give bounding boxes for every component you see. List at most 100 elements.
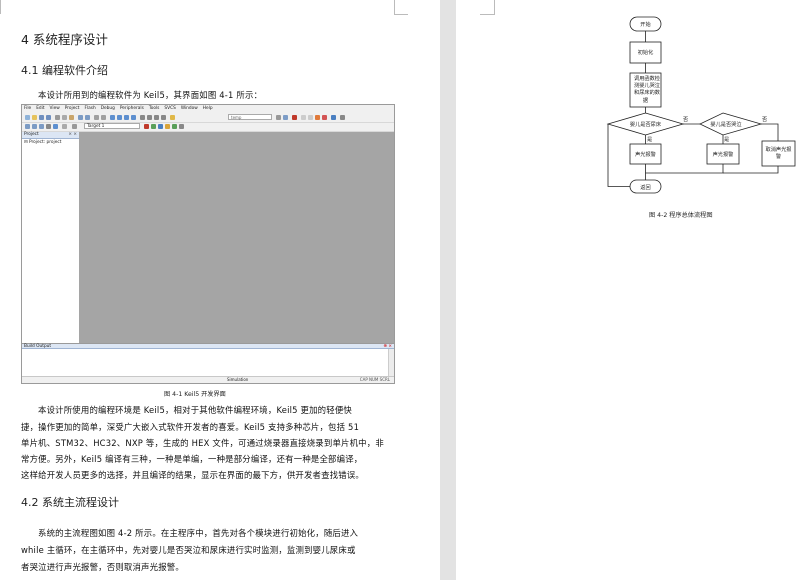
menu-project: Project bbox=[64, 106, 80, 111]
section-heading-4-2: 4.2 系统主流程设计 bbox=[21, 496, 119, 509]
project-panel-header: Project × × bbox=[22, 132, 79, 139]
debug-start-icon bbox=[292, 115, 297, 120]
project-panel-title: Project bbox=[24, 132, 39, 137]
nav-forward-icon bbox=[101, 115, 106, 120]
crop-mark bbox=[0, 0, 1, 14]
build-output-area bbox=[22, 349, 394, 377]
multi-project-icon bbox=[179, 124, 184, 129]
run-time-env-icon bbox=[172, 124, 177, 129]
call-label-line3: 和尿床的数 bbox=[634, 88, 661, 96]
return-label: 返回 bbox=[640, 184, 650, 191]
join-alarm2 bbox=[645, 164, 724, 174]
paragraph1-line2: 捷，操作更加的简单，深受广大嵌入式软件开发者的喜爱。Keil5 支持多种芯片，包… bbox=[21, 422, 360, 432]
paragraph1-line1: 本设计所使用的编程环境是 Keil5，相对于其他软件编程环境，Keil5 更加的… bbox=[38, 405, 352, 415]
cancel-label-line2: 警 bbox=[776, 152, 781, 160]
paragraph1-line4: 常方便。另外，Keil5 编译有三种，一种是单编，一种是部分编译，还有一种是全部… bbox=[21, 454, 363, 464]
comment-icon bbox=[154, 115, 159, 120]
loop-back-line bbox=[607, 124, 630, 187]
nav-back-icon bbox=[94, 115, 99, 120]
bookmark-next-icon bbox=[124, 115, 129, 120]
select-pack-icon bbox=[165, 124, 170, 129]
call-label-line2: 测婴儿哭泣 bbox=[634, 81, 660, 89]
decision2-label: 婴儿是否哭泣 bbox=[710, 120, 741, 128]
keil-ide-screenshot: File Edit View Project Flash Debug Perip… bbox=[21, 104, 395, 384]
find-icon bbox=[276, 115, 281, 120]
breakpoint-clear-icon bbox=[322, 115, 327, 120]
no-label-2: 否 bbox=[762, 116, 767, 123]
crop-mark bbox=[394, 14, 408, 15]
status-simulation: Simulation bbox=[227, 377, 249, 382]
cancel-label-line1: 取消声光报 bbox=[766, 145, 792, 153]
decision1-label: 婴儿是否尿床 bbox=[630, 120, 662, 128]
ide-toolbar-2: Target 1 bbox=[22, 122, 394, 132]
no-branch-2 bbox=[761, 123, 779, 141]
manage-components-icon bbox=[158, 124, 163, 129]
menu-file: File bbox=[24, 106, 32, 111]
yes-label-1: 是 bbox=[647, 136, 652, 143]
crop-mark bbox=[394, 0, 395, 14]
figure-4-1-caption: 图 4-1 Keil5 开发界面 bbox=[164, 391, 226, 398]
build-scrollbar bbox=[388, 349, 394, 377]
paragraph2-line3: 者哭泣进行声光报警，否则取消声光报警。 bbox=[21, 562, 184, 572]
menu-flash: Flash bbox=[84, 106, 96, 111]
project-panel: Project × × ⊟ Project: project bbox=[22, 132, 80, 343]
unindent-icon bbox=[147, 115, 152, 120]
project-tree-root: Project: project bbox=[28, 140, 62, 145]
menu-svcs: SVCS bbox=[164, 106, 176, 111]
paragraph1-line3: 单片机、STM32、HC32、NXP 等，生成的 HEX 文件，可通过烧录器直接… bbox=[21, 438, 384, 448]
window-layout-icon bbox=[331, 115, 336, 120]
bookmark-prev-icon bbox=[117, 115, 122, 120]
cut-icon bbox=[55, 115, 60, 120]
no-label-1: 否 bbox=[683, 116, 688, 123]
stop-build-icon bbox=[62, 124, 67, 129]
start-label: 开始 bbox=[640, 20, 651, 28]
redo-icon bbox=[85, 115, 90, 120]
bookmark-icon bbox=[110, 115, 115, 120]
paste-icon bbox=[69, 115, 74, 120]
save-icon bbox=[39, 115, 44, 120]
breakpoint-disable-icon bbox=[308, 115, 313, 120]
call-label-line4: 据 bbox=[643, 96, 648, 104]
yes-label-2: 是 bbox=[724, 136, 729, 143]
ide-menubar: File Edit View Project Flash Debug Perip… bbox=[22, 106, 394, 113]
init-label: 初始化 bbox=[638, 48, 654, 56]
target-select: Target 1 bbox=[84, 123, 140, 129]
join-cancel bbox=[723, 166, 779, 174]
incremental-find-icon bbox=[283, 115, 288, 120]
project-tree: ⊟ Project: project bbox=[22, 139, 79, 146]
rebuild-icon bbox=[39, 124, 44, 129]
document-page-left: 4 系统程序设计 4.1 编程软件介绍 本设计所用到的编程软件为 Keil5，其… bbox=[0, 0, 440, 580]
chapter-heading: 4 系统程序设计 bbox=[21, 32, 108, 47]
document-page-right: 开始 初始化 调用函数检 测婴儿哭泣 和尿床的数 据 婴儿是否尿床 婴儿是否哭泣… bbox=[456, 0, 803, 580]
menu-edit: Edit bbox=[36, 106, 45, 111]
bookmark-clear-icon bbox=[131, 115, 136, 120]
save-all-icon bbox=[46, 115, 51, 120]
paragraph1-line5: 这样给开发人员更多的选择，并且编译的结果，显示在界面的最下方，供开发者查找错误。 bbox=[21, 470, 364, 480]
flowchart: 开始 初始化 调用函数检 测婴儿哭泣 和尿床的数 据 婴儿是否尿床 婴儿是否哭泣… bbox=[606, 16, 796, 194]
section-heading-4-1: 4.1 编程软件介绍 bbox=[21, 64, 108, 77]
translate-icon bbox=[25, 124, 30, 129]
batch-build-icon bbox=[46, 124, 51, 129]
menu-debug: Debug bbox=[100, 106, 115, 111]
ide-statusbar: Simulation CAP NUM SCRL bbox=[22, 376, 394, 383]
target-options-icon bbox=[144, 124, 149, 129]
download-icon bbox=[53, 124, 58, 129]
uncomment-icon bbox=[161, 115, 166, 120]
intro-line: 本设计所用到的编程软件为 Keil5，其界面如图 4-1 所示： bbox=[38, 90, 263, 100]
undo-icon bbox=[78, 115, 83, 120]
paragraph2-line2: while 主循环，在主循环中，先对婴儿是否哭泣和尿床进行实时监测，监测到婴儿尿… bbox=[21, 545, 356, 555]
copy-icon bbox=[62, 115, 67, 120]
breakpoint-icon bbox=[301, 115, 306, 120]
alarm2-label: 声光报警 bbox=[713, 150, 734, 158]
menu-help: Help bbox=[202, 106, 213, 111]
file-extensions-icon bbox=[151, 124, 156, 129]
editor-area bbox=[79, 132, 394, 343]
find-combo: temp bbox=[228, 114, 272, 120]
menu-view: View bbox=[49, 106, 60, 111]
load-icon bbox=[72, 124, 77, 129]
open-folder-icon bbox=[32, 115, 37, 120]
indent-icon bbox=[140, 115, 145, 120]
alarm1-label: 声光报警 bbox=[635, 150, 656, 158]
config-icon bbox=[340, 115, 345, 120]
paragraph2-line1: 系统的主流程图如图 4-2 所示。在主程序中，首先对各个模块进行初始化，随后进入 bbox=[38, 528, 359, 538]
